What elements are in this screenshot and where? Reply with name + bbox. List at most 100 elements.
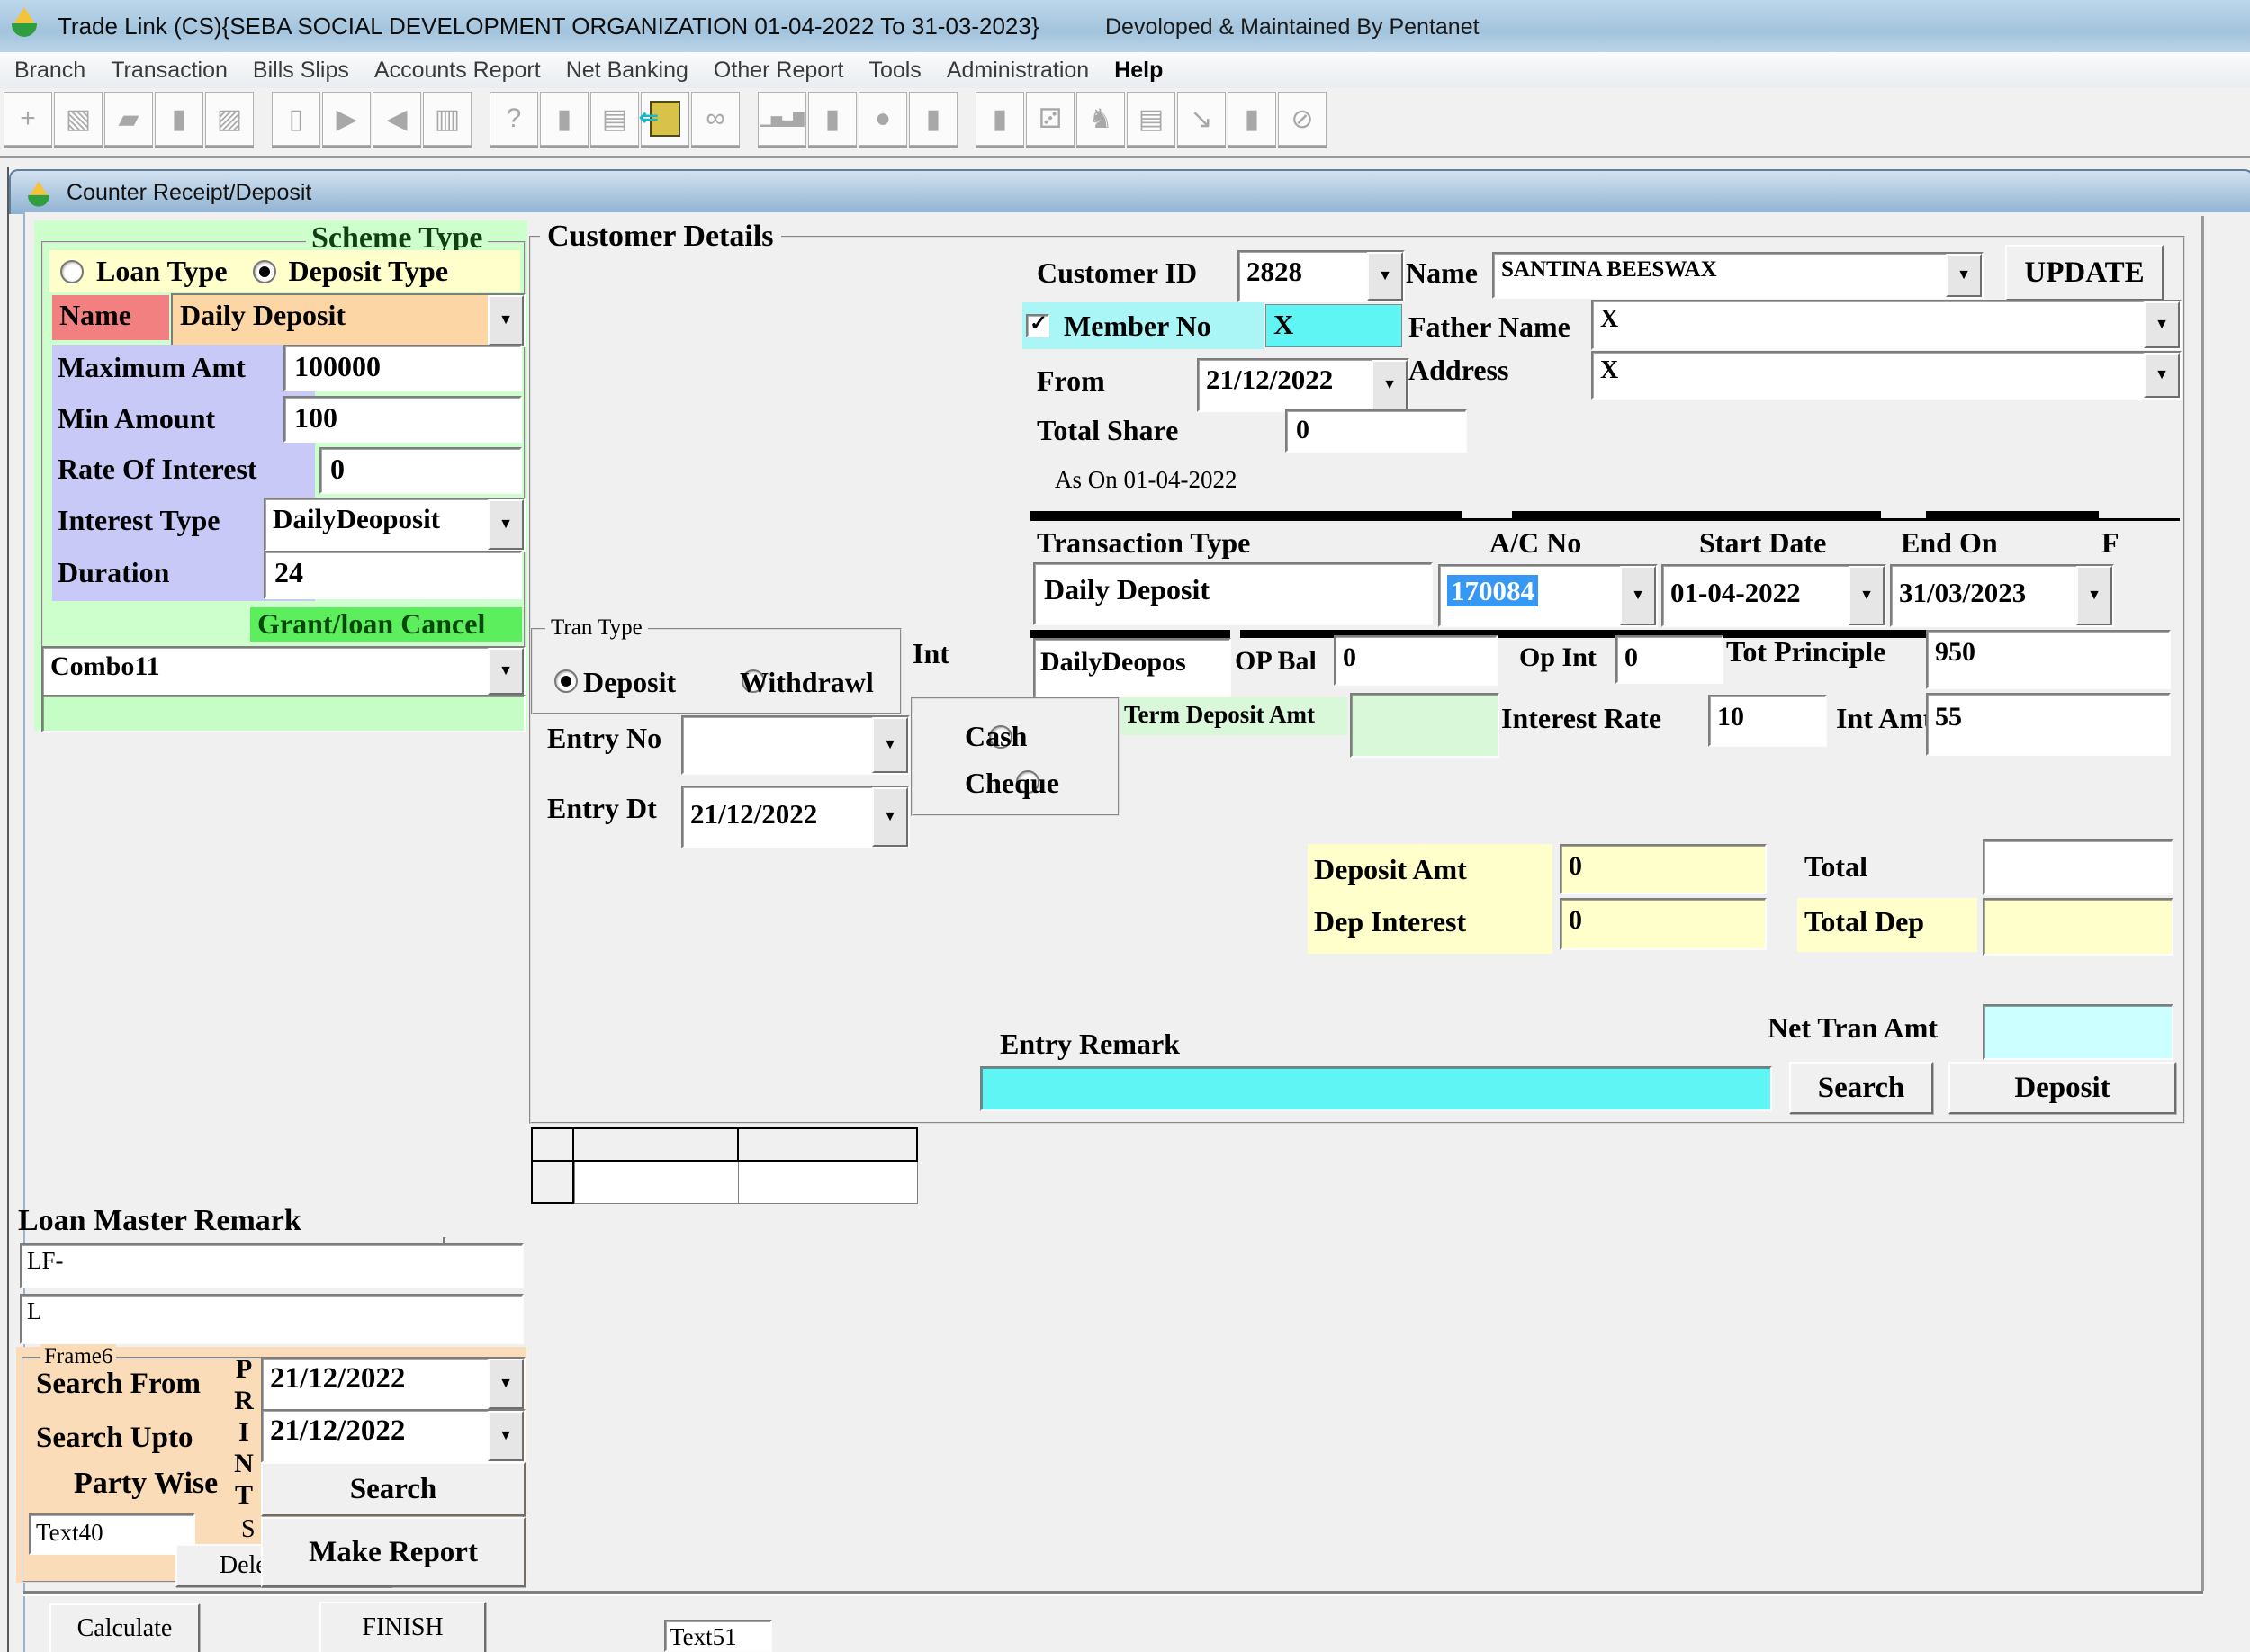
menu-bills-slips[interactable]: Bills Slips [253,58,349,84]
grid-icon[interactable]: ▥ [423,92,472,146]
total-share-field[interactable]: 0 [1285,409,1467,453]
make-report-button[interactable]: Make Report [261,1517,526,1587]
chevron-down-icon[interactable]: ▼ [488,295,524,346]
total-field[interactable] [1983,839,2174,895]
edit-icon[interactable]: ▧ [54,92,103,146]
father-name-combo[interactable]: X ▼ [1591,300,2182,350]
add-icon[interactable]: + [4,92,52,146]
interest-type-combo[interactable]: DailyDeoposit ▼ [264,498,526,552]
sheet-icon[interactable]: ▮ [976,92,1024,146]
chart-icon[interactable]: ▁▅▃▇ [758,92,806,146]
exit-door-icon[interactable]: ⇐ [641,92,689,146]
circle-icon[interactable]: ● [859,92,907,146]
menu-net-banking[interactable]: Net Banking [566,58,688,84]
scheme-status-field[interactable] [41,695,526,732]
chevron-down-icon[interactable]: ▼ [2144,301,2180,348]
chevron-down-icon[interactable]: ▼ [488,499,524,550]
member-no-checkbox[interactable] [1026,314,1049,337]
from-date-combo[interactable]: 21/12/2022 ▼ [1197,358,1409,412]
tools-icon[interactable]: ▰ [104,92,153,146]
search-upto-combo[interactable]: 21/12/2022 ▼ [261,1409,526,1463]
menu-branch[interactable]: Branch [14,58,86,84]
chevron-down-icon[interactable]: ▼ [488,648,524,695]
text51-field[interactable]: Text51 [664,1620,772,1652]
menu-tools[interactable]: Tools [868,58,921,84]
dice-icon[interactable]: ⚂ [1026,92,1075,146]
scheme-short-field[interactable]: DailyDeopos [1033,638,1231,699]
duration-field[interactable]: 24 [264,551,522,599]
help-pointer-icon[interactable]: ? [490,92,538,146]
net-tran-amt-field[interactable] [1983,1004,2174,1060]
txn-type-field[interactable]: Daily Deposit [1033,562,1433,625]
deposit-button[interactable]: Deposit [1948,1062,2176,1114]
child-window-header[interactable]: Counter Receipt/Deposit [9,169,2250,214]
start-date-combo[interactable]: 01-04-2022 ▼ [1661,564,1886,627]
search-button[interactable]: Search [1789,1062,1933,1114]
max-amt-field[interactable]: 100000 [284,345,522,391]
loan-remark-field-2[interactable]: L [20,1294,524,1344]
end-on-combo[interactable]: 31/03/2023 ▼ [1890,564,2114,627]
total-dep-field[interactable] [1983,898,2174,956]
chevron-down-icon[interactable]: ▼ [488,1359,524,1409]
chevron-down-icon[interactable]: ▼ [872,717,908,773]
result-grid[interactable] [531,1127,918,1204]
pattern-icon[interactable]: ▨ [205,92,254,146]
chevron-down-icon[interactable]: ▼ [2144,353,2180,398]
chevron-down-icon[interactable]: ▼ [1620,566,1656,625]
chevron-down-icon[interactable]: ▼ [872,787,908,847]
min-amt-field[interactable]: 100 [284,396,522,443]
int-amt-field[interactable]: 55 [1926,693,2171,756]
send-icon[interactable]: ↘ [1177,92,1226,146]
deposit-radio[interactable] [554,669,578,693]
combo11[interactable]: Combo11 ▼ [41,646,526,696]
term-deposit-field[interactable] [1350,693,1499,758]
menu-other-report[interactable]: Other Report [714,58,844,84]
chevron-down-icon[interactable]: ▼ [1946,254,1982,297]
entry-dt-combo[interactable]: 21/12/2022 ▼ [681,786,910,848]
entry-remark-field[interactable] [980,1066,1772,1111]
op-int-field[interactable]: 0 [1616,635,1724,684]
clipboard-icon[interactable]: ▮ [540,92,589,146]
deposit-amt-field[interactable]: 0 [1560,844,1767,894]
menu-administration[interactable]: Administration [947,58,1089,84]
report-icon[interactable]: ▮ [808,92,857,146]
menu-transaction[interactable]: Transaction [111,58,228,84]
loan-type-radio[interactable] [60,260,84,283]
column-icon[interactable]: ▮ [1228,92,1276,146]
menu-help[interactable]: Help [1114,58,1163,84]
chevron-down-icon[interactable]: ▼ [1372,360,1408,410]
ac-no-combo[interactable]: 170084 ▼ [1438,564,1658,627]
menu-accounts-report[interactable]: Accounts Report [374,58,541,84]
machine-icon[interactable]: ♞ [1076,92,1125,146]
customer-id-combo[interactable]: 2828 ▼ [1238,250,1405,302]
customer-name-combo[interactable]: SANTINA BEESWAX ▼ [1492,252,1984,299]
dep-interest-field[interactable]: 0 [1560,898,1767,950]
op-bal-field[interactable]: 0 [1334,635,1498,686]
deposit-type-radio[interactable] [253,260,276,283]
chevron-down-icon[interactable]: ▼ [488,1411,524,1461]
frame6-search-button[interactable]: Search [261,1462,526,1516]
document-icon[interactable]: ▮ [909,92,958,146]
text40-field[interactable]: Text40 [29,1513,195,1555]
interest-rate-field[interactable]: 10 [1708,695,1827,747]
disabled-icon[interactable]: ⊘ [1278,92,1327,146]
print-icon[interactable]: ▤ [590,92,639,146]
chevron-down-icon[interactable]: ▼ [1849,566,1885,625]
loan-remark-field-1[interactable]: LF- [20,1243,524,1288]
member-no-field[interactable]: X [1265,304,1402,347]
scheme-name-combo[interactable]: Daily Deposit ▼ [171,293,526,347]
tot-principle-field[interactable]: 950 [1926,630,2171,689]
entry-no-combo[interactable]: ▼ [681,715,910,775]
prev-record-icon[interactable]: ◀ [373,92,421,146]
first-record-icon[interactable]: ▯ [272,92,320,146]
roi-field[interactable]: 0 [320,447,522,494]
finish-button[interactable]: FINISH [320,1602,486,1652]
notes-icon[interactable]: ▤ [1127,92,1175,146]
address-combo[interactable]: X ▼ [1591,351,2182,400]
chevron-down-icon[interactable]: ▼ [2076,566,2112,625]
binoculars-icon[interactable]: ∞ [691,92,740,146]
calculate-button[interactable]: Calculate [50,1603,200,1652]
search-from-combo[interactable]: 21/12/2022 ▼ [261,1357,526,1411]
chevron-down-icon[interactable]: ▼ [1367,252,1403,301]
next-record-icon[interactable]: ▶ [322,92,371,146]
